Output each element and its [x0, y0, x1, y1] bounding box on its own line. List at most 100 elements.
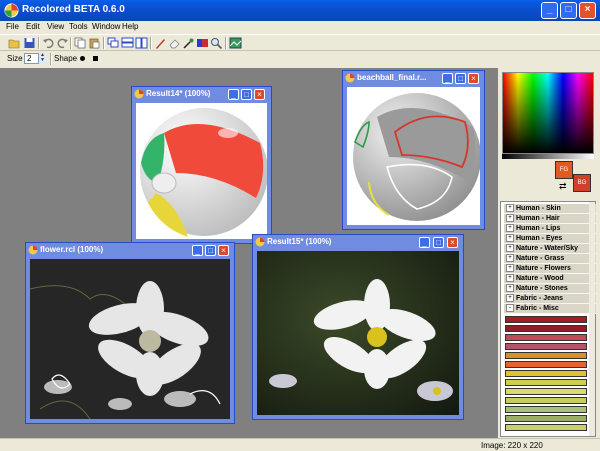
- close-button[interactable]: ×: [447, 237, 458, 248]
- minimize-button[interactable]: _: [442, 73, 453, 84]
- expand-icon[interactable]: +: [506, 274, 514, 282]
- expand-icon[interactable]: -: [506, 304, 514, 312]
- color-swatch[interactable]: [505, 325, 587, 332]
- category-item[interactable]: + Nature - Water/Sky: [504, 244, 596, 254]
- color-picker-icon[interactable]: [182, 37, 195, 49]
- image-canvas[interactable]: [136, 103, 267, 239]
- expand-icon[interactable]: +: [506, 204, 514, 212]
- color-swatch[interactable]: [505, 397, 587, 404]
- close-button[interactable]: ×: [254, 89, 265, 100]
- minimize-button[interactable]: _: [541, 2, 558, 19]
- square-shape-icon[interactable]: [93, 56, 98, 61]
- document-icon: [134, 89, 144, 99]
- color-swatch[interactable]: [505, 334, 587, 341]
- close-button[interactable]: ×: [579, 2, 596, 19]
- eraser-icon[interactable]: [168, 37, 181, 49]
- category-item[interactable]: - Fabric - Misc: [504, 304, 596, 314]
- shape-label: Shape: [54, 54, 78, 63]
- tile-horizontal-icon[interactable]: [121, 37, 134, 49]
- expand-icon[interactable]: +: [506, 284, 514, 292]
- color-swatch[interactable]: [505, 388, 587, 395]
- copy-icon[interactable]: [74, 37, 87, 49]
- menu-tools[interactable]: Tools: [69, 22, 88, 31]
- close-button[interactable]: ×: [218, 245, 229, 256]
- menu-bar: File Edit View Tools Window Help: [0, 21, 600, 34]
- expand-icon[interactable]: +: [506, 254, 514, 262]
- close-button[interactable]: ×: [468, 73, 479, 84]
- grayscale-bar[interactable]: [502, 154, 594, 159]
- flower-color-image: [257, 251, 459, 415]
- close-icon: ×: [584, 4, 591, 15]
- redo-icon[interactable]: [56, 37, 69, 49]
- category-item[interactable]: + Human - Skin: [504, 204, 596, 214]
- category-label: Fabric - Jeans: [516, 295, 564, 302]
- scrollbar[interactable]: [589, 202, 595, 436]
- maximize-button[interactable]: □: [560, 2, 577, 19]
- beachball-window[interactable]: beachball_final.r... _ □ ×: [342, 70, 485, 230]
- result14-window[interactable]: Result14* (100%) _ □ ×: [131, 86, 272, 244]
- expand-icon[interactable]: +: [506, 214, 514, 222]
- menu-window[interactable]: Window: [92, 22, 120, 31]
- color-swatch[interactable]: [505, 352, 587, 359]
- result15-window[interactable]: Result15* (100%) _ □ ×: [252, 234, 464, 420]
- color-swatch[interactable]: [505, 361, 587, 368]
- undo-icon[interactable]: [42, 37, 55, 49]
- round-shape-icon[interactable]: [80, 56, 85, 61]
- beachball-image: [136, 103, 267, 239]
- expand-icon[interactable]: +: [506, 224, 514, 232]
- color-swatch[interactable]: [505, 316, 587, 323]
- category-label: Human - Lips: [516, 225, 561, 232]
- minimize-button[interactable]: _: [419, 237, 430, 248]
- maximize-button[interactable]: □: [455, 73, 466, 84]
- flower-window[interactable]: flower.rcl (100%) _ □ ×: [25, 242, 235, 424]
- image-size-status: Image: 220 x 220: [481, 441, 543, 450]
- cascade-icon[interactable]: [107, 37, 120, 49]
- brush-icon[interactable]: [154, 37, 167, 49]
- swap-colors-icon[interactable]: ⇄: [559, 181, 567, 192]
- color-swatch[interactable]: [505, 424, 587, 431]
- menu-edit[interactable]: Edit: [26, 22, 40, 31]
- color-swatch[interactable]: [505, 370, 587, 377]
- minimize-button[interactable]: _: [228, 89, 239, 100]
- paste-icon[interactable]: [88, 37, 101, 49]
- open-icon[interactable]: [8, 37, 21, 49]
- image-canvas[interactable]: [257, 251, 459, 415]
- save-icon[interactable]: [23, 37, 36, 49]
- foreground-color-swatch[interactable]: FG: [555, 161, 573, 179]
- maximize-button[interactable]: □: [205, 245, 216, 256]
- image-adjust-icon[interactable]: [229, 37, 242, 49]
- expand-icon[interactable]: +: [506, 244, 514, 252]
- colorize-icon[interactable]: [196, 37, 209, 49]
- category-item[interactable]: + Nature - Stones: [504, 284, 596, 294]
- category-item[interactable]: + Nature - Grass: [504, 254, 596, 264]
- menu-view[interactable]: View: [47, 22, 64, 31]
- maximize-button[interactable]: □: [433, 237, 444, 248]
- image-canvas[interactable]: [30, 259, 230, 419]
- tile-vertical-icon[interactable]: [135, 37, 148, 49]
- category-item[interactable]: + Nature - Flowers: [504, 264, 596, 274]
- color-spectrum[interactable]: [502, 72, 594, 154]
- menu-file[interactable]: File: [6, 22, 19, 31]
- category-item[interactable]: + Human - Hair: [504, 214, 596, 224]
- color-swatch[interactable]: [505, 406, 587, 413]
- category-item[interactable]: + Human - Lips: [504, 224, 596, 234]
- category-item[interactable]: + Fabric - Jeans: [504, 294, 596, 304]
- minimize-button[interactable]: _: [192, 245, 203, 256]
- category-label: Nature - Stones: [516, 285, 568, 292]
- expand-icon[interactable]: +: [506, 264, 514, 272]
- background-color-swatch[interactable]: BG: [573, 174, 591, 192]
- image-canvas[interactable]: [347, 87, 480, 225]
- maximize-button[interactable]: □: [241, 89, 252, 100]
- size-spinner[interactable]: ▲ ▼: [38, 53, 46, 64]
- color-swatch[interactable]: [505, 379, 587, 386]
- category-item[interactable]: + Human - Eyes: [504, 234, 596, 244]
- category-item[interactable]: + Nature - Wood: [504, 274, 596, 284]
- title-bar[interactable]: Recolored BETA 0.6.0 _ □ ×: [0, 0, 600, 21]
- color-swatch[interactable]: [505, 415, 587, 422]
- expand-icon[interactable]: +: [506, 234, 514, 242]
- expand-icon[interactable]: +: [506, 294, 514, 302]
- color-swatch[interactable]: [505, 343, 587, 350]
- zoom-icon[interactable]: [210, 37, 223, 49]
- menu-help[interactable]: Help: [122, 22, 138, 31]
- size-value: 2: [27, 54, 32, 63]
